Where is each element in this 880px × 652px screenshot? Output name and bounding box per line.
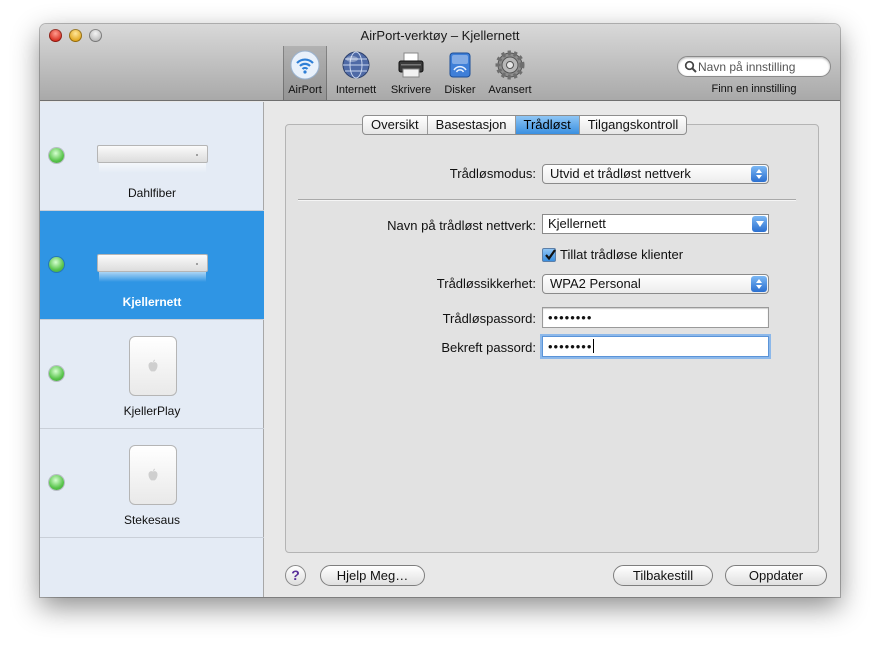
status-green-icon <box>49 475 64 490</box>
chevron-down-icon[interactable] <box>752 216 767 232</box>
toolbar-airport[interactable]: AirPort <box>283 46 327 100</box>
toolbar-disks[interactable]: Disker <box>439 46 481 100</box>
station-item-stekesaus[interactable]: Stekesaus <box>40 429 264 538</box>
airport-express-device-icon <box>129 336 177 396</box>
toolbar-internet[interactable]: Internett <box>330 46 382 100</box>
toolbar-printers-label: Skrivere <box>390 84 432 96</box>
station-name: Stekesaus <box>123 513 181 527</box>
apple-logo-icon <box>148 468 158 481</box>
tab-basestasjon[interactable]: Basestasjon <box>428 116 516 134</box>
security-popup[interactable]: WPA2 Personal <box>542 274 769 294</box>
station-item-kjellernett[interactable]: Kjellernett <box>40 211 264 320</box>
station-name: Kjellernett <box>122 295 182 309</box>
wireless-mode-value: Utvid et trådløst nettverk <box>550 166 691 181</box>
search-icon <box>684 60 697 73</box>
confirm-password-value: •••••••• <box>548 339 593 354</box>
airport-utility-window: AirPort-verktøy – Kjellernett AirPort In… <box>40 24 840 597</box>
popup-arrows-icon <box>751 276 767 292</box>
security-label: Trådløssikkerhet: <box>436 276 536 291</box>
search-caption: Finn en innstilling <box>711 83 797 95</box>
window-title: AirPort-verktøy – Kjellernett <box>360 28 520 43</box>
search-field[interactable] <box>677 56 831 77</box>
wireless-mode-popup[interactable]: Utvid et trådløst nettverk <box>542 164 769 184</box>
confirm-password-label: Bekreft passord: <box>441 340 536 355</box>
station-item-dahlfiber[interactable]: Dahlfiber <box>40 102 264 211</box>
printer-icon <box>398 52 424 78</box>
help-button[interactable]: ? <box>285 565 306 586</box>
toolbar-airport-label: AirPort <box>288 84 322 96</box>
network-name-label: Navn på trådløst nettverk: <box>387 218 536 233</box>
text-caret <box>593 339 595 353</box>
base-station-list: Dahlfiber Kjellernett KjellerPlay Stekes… <box>40 102 264 597</box>
popup-arrows-icon <box>751 166 767 182</box>
help-me-button[interactable]: Hjelp Meg… <box>320 565 425 586</box>
update-button[interactable]: Oppdater <box>725 565 827 586</box>
airport-extreme-device-icon <box>97 145 208 173</box>
disk-icon <box>449 52 471 78</box>
tab-tilgangskontroll[interactable]: Tilgangskontroll <box>580 116 687 134</box>
allow-clients-checkbox[interactable] <box>542 248 556 262</box>
network-name-combobox[interactable]: Kjellernett <box>542 214 769 234</box>
station-name: KjellerPlay <box>123 404 181 418</box>
status-green-icon <box>49 148 64 163</box>
station-name: Dahlfiber <box>127 186 177 200</box>
gear-icon <box>495 50 525 80</box>
security-value: WPA2 Personal <box>550 276 641 291</box>
search-input[interactable] <box>698 59 826 74</box>
tab-bar: Oversikt Basestasjon Trådløst Tilgangsko… <box>362 115 688 135</box>
tab-tradlost[interactable]: Trådløst <box>515 116 580 134</box>
allow-clients-label: Tillat trådløse klienter <box>560 247 684 262</box>
password-field[interactable]: •••••••• <box>542 307 769 328</box>
network-name-value: Kjellernett <box>548 216 606 231</box>
airport-extreme-device-icon <box>97 254 208 282</box>
toolbar-advanced-label: Avansert <box>488 84 532 96</box>
status-green-icon <box>49 366 64 381</box>
password-value: •••••••• <box>548 310 593 325</box>
airport-wifi-icon <box>290 50 320 80</box>
airport-express-device-icon <box>129 445 177 505</box>
wireless-mode-label: Trådløsmodus: <box>449 166 536 181</box>
toolbar-internet-label: Internett <box>335 84 377 96</box>
toolbar-disks-label: Disker <box>444 84 476 96</box>
checkmark-icon <box>545 249 556 261</box>
tab-oversikt[interactable]: Oversikt <box>363 116 428 134</box>
password-label: Trådløspassord: <box>442 311 536 326</box>
globe-icon <box>342 51 370 79</box>
toolbar-advanced[interactable]: Avansert <box>484 46 536 100</box>
apple-logo-icon <box>148 359 158 372</box>
section-divider <box>298 199 796 200</box>
station-item-kjellerplay[interactable]: KjellerPlay <box>40 320 264 429</box>
status-green-icon <box>49 257 64 272</box>
toolbar: AirPort-verktøy – Kjellernett AirPort In… <box>40 24 840 101</box>
toolbar-printers[interactable]: Skrivere <box>386 46 436 100</box>
confirm-password-field[interactable]: •••••••• <box>542 336 769 357</box>
revert-button[interactable]: Tilbakestill <box>613 565 713 586</box>
